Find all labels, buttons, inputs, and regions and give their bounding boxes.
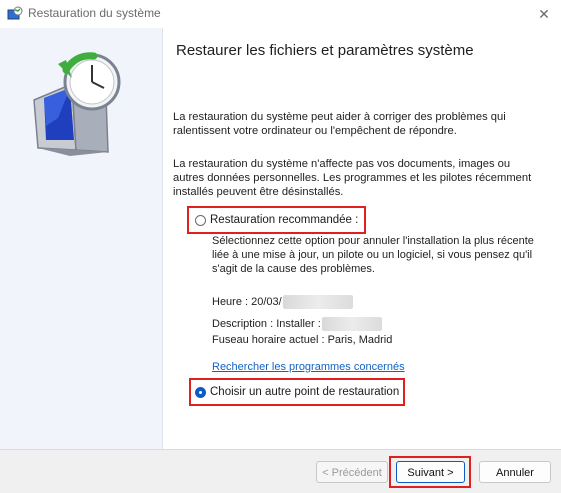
restore-timezone: Fuseau horaire actuel : Paris, Madrid [212,334,392,346]
cancel-button[interactable]: Annuler [479,461,551,483]
restore-timezone-label: Fuseau horaire actuel : Paris, Madrid [212,334,393,346]
content-panel: Restaurer les fichiers et paramètres sys… [163,28,561,449]
restore-time-label: Heure : 20/03/ [212,296,282,308]
recommended-restore-option[interactable]: Restauration recommandée : [187,206,367,234]
page-title: Restaurer les fichiers et paramètres sys… [176,42,474,59]
close-button[interactable]: ✕ [533,3,555,25]
left-panel [0,28,163,449]
restore-description-label: Description : Installer : [212,318,321,330]
previous-button[interactable]: < Précédent [316,461,388,483]
button-bar: < Précédent Suivant > Annuler [0,449,561,493]
system-restore-icon [7,6,23,20]
other-restore-label: Choisir un autre point de restauration [210,386,400,398]
redacted-time [282,295,353,309]
restore-time: Heure : 20/03/ [212,295,353,309]
redacted-description [321,317,382,331]
title-bar: Restauration du système ✕ [0,0,561,28]
other-restore-point-option[interactable]: Choisir un autre point de restauration [189,378,406,406]
next-button[interactable]: Suivant > [396,461,465,483]
recommended-radio[interactable] [195,214,206,226]
computer-restore-clock-icon [33,52,121,156]
info-paragraph: La restauration du système n'affecte pas… [173,158,532,198]
recommended-label: Restauration recommandée : [210,214,359,226]
intro-paragraph: La restauration du système peut aider à … [173,111,506,137]
restore-description: Description : Installer : [212,317,382,331]
other-restore-radio[interactable] [195,386,206,398]
window-title: Restauration du système [28,6,161,20]
affected-programs-link[interactable]: Rechercher les programmes concernés [212,361,405,373]
recommended-description: Sélectionnez cette option pour annuler l… [212,235,534,275]
